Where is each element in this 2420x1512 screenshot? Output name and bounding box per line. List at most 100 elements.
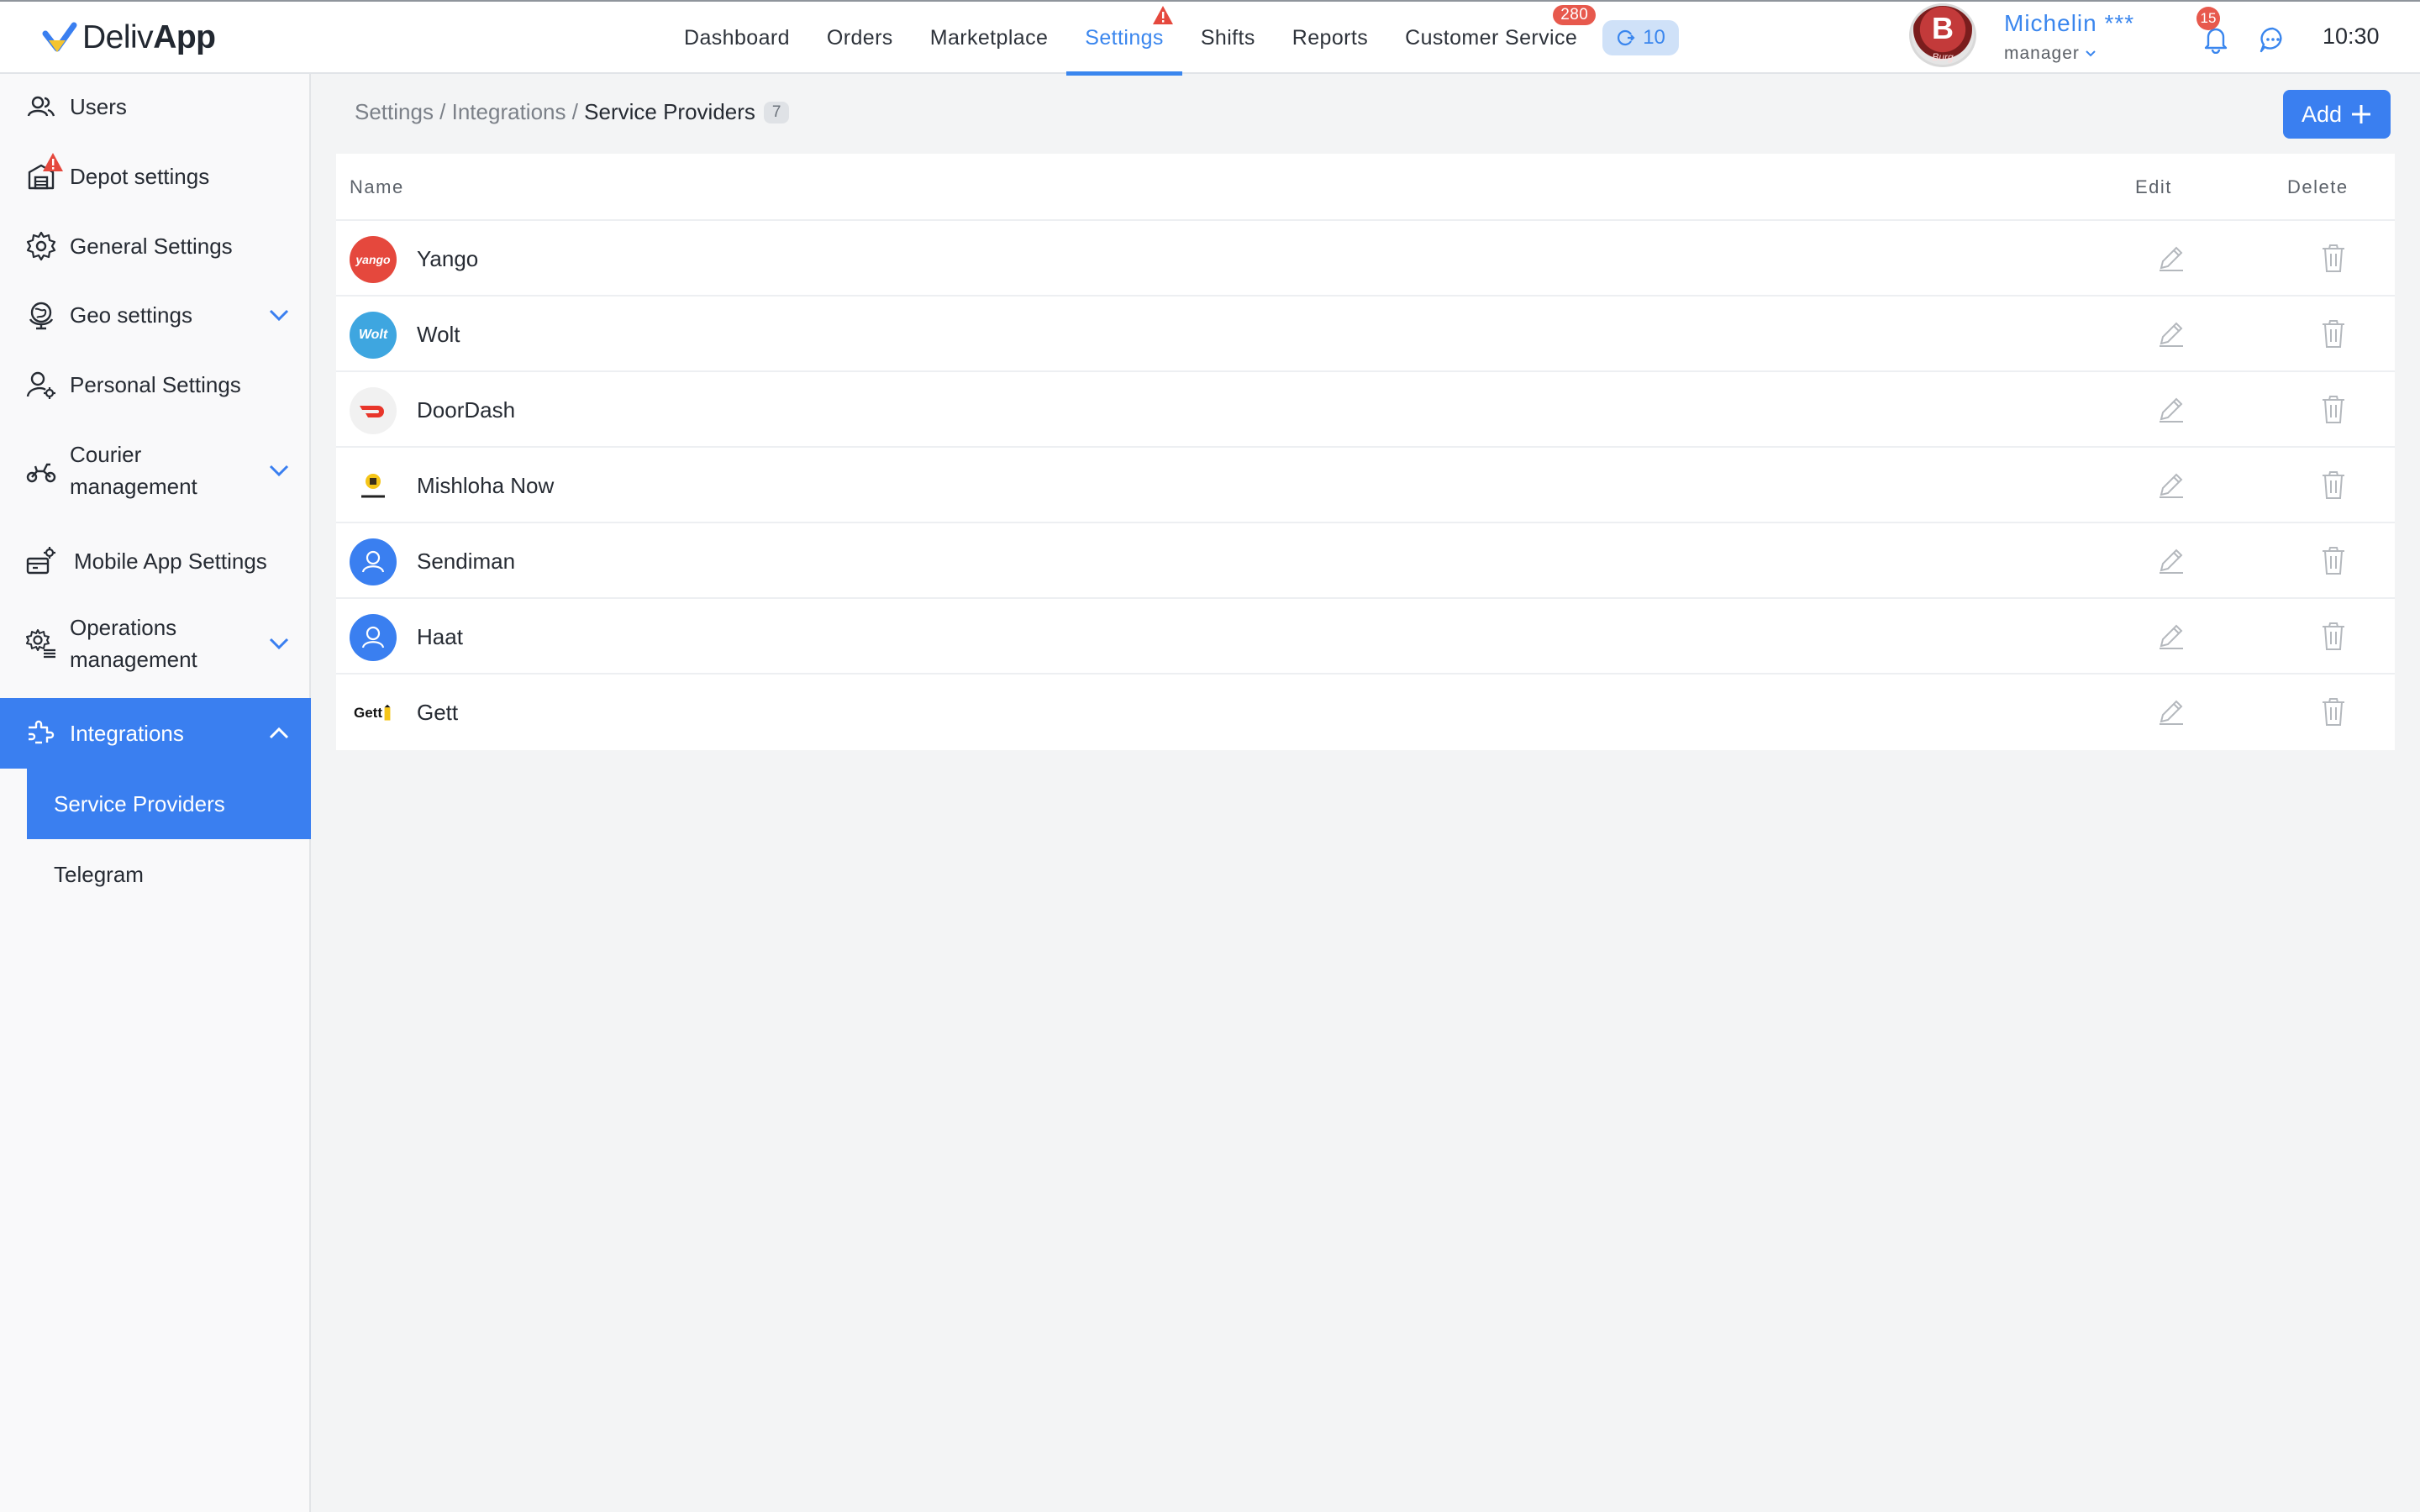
sendiman-logo — [350, 538, 397, 585]
wolt-logo-text: Wolt — [358, 328, 388, 342]
table-row[interactable]: Mishloha Now — [336, 448, 2395, 523]
courier-avatar-icon — [361, 626, 385, 648]
delete-button[interactable] — [2317, 317, 2350, 350]
trash-icon — [2323, 244, 2344, 272]
nav-shifts[interactable]: Shifts — [1182, 2, 1274, 74]
sidebar-item-integrations[interactable]: Integrations — [0, 698, 311, 769]
gear-icon — [25, 230, 57, 262]
logo-mark-icon — [42, 22, 77, 52]
provider-name: Sendiman — [417, 549, 516, 574]
chevron-down-icon — [269, 309, 289, 322]
delete-button[interactable] — [2317, 695, 2350, 728]
pencil-icon — [2160, 473, 2183, 498]
warning-icon — [43, 153, 63, 171]
messages-button[interactable] — [2259, 25, 2287, 54]
sidebar-item-label: Courier — [70, 442, 142, 467]
edit-button[interactable] — [2154, 317, 2188, 350]
user-role-dropdown[interactable]: manager — [2004, 44, 2096, 64]
main-nav: Dashboard Orders Marketplace Settings Sh… — [666, 2, 1679, 76]
table-row[interactable]: Haat — [336, 599, 2395, 675]
chevron-up-icon — [269, 727, 289, 739]
user-gear-icon — [25, 369, 57, 401]
column-header-delete: Delete — [2287, 176, 2349, 197]
haat-logo — [350, 614, 397, 661]
app-logo[interactable]: DelivApp — [40, 17, 216, 59]
table-row[interactable]: Wolt Wolt — [336, 297, 2395, 372]
mishloha-logo — [350, 463, 397, 510]
pencil-icon — [2160, 322, 2183, 347]
user-name[interactable]: Michelin *** — [2004, 10, 2134, 37]
provider-name: DoorDash — [417, 397, 516, 423]
edit-button[interactable] — [2154, 468, 2188, 501]
edit-button[interactable] — [2154, 543, 2188, 577]
table-row[interactable]: yango Yango — [336, 221, 2395, 297]
table-row[interactable]: DoorDash — [336, 372, 2395, 448]
trash-icon — [2323, 547, 2344, 575]
delete-button[interactable] — [2317, 468, 2350, 501]
table-row[interactable]: Gett Gett — [336, 675, 2395, 750]
sidebar-item-personal-settings[interactable]: Personal Settings — [0, 367, 311, 402]
clock: 10:30 — [2323, 24, 2380, 49]
edit-button[interactable] — [2154, 241, 2188, 275]
users-icon — [25, 91, 57, 123]
wolt-logo: Wolt — [350, 312, 397, 359]
globe-icon — [25, 299, 57, 331]
sidebar-item-depot-settings[interactable]: Depot settings — [0, 153, 311, 194]
nav-orders[interactable]: Orders — [808, 2, 912, 74]
sidebar-item-operations-management[interactable]: Operations management — [0, 610, 311, 677]
sidebar-item-label: Depot settings — [70, 164, 210, 189]
sidebar-item-label: Personal Settings — [70, 372, 241, 397]
pencil-icon — [2160, 397, 2183, 423]
nav-settings[interactable]: Settings — [1066, 2, 1182, 76]
column-header-name[interactable]: Name — [350, 154, 404, 221]
sidebar-item-label: Operations — [70, 615, 177, 640]
nav-reports[interactable]: Reports — [1274, 2, 1386, 74]
avatar[interactable]: B Burg — [1909, 3, 1976, 67]
delete-button[interactable] — [2317, 619, 2350, 653]
edit-button[interactable] — [2154, 619, 2188, 653]
breadcrumb-integrations[interactable]: Integrations — [452, 99, 566, 125]
queue-chip[interactable]: 10 — [1602, 20, 1679, 55]
provider-name: Gett — [417, 700, 459, 725]
add-button[interactable]: Add — [2283, 90, 2391, 139]
queue-chip-count: 10 — [1643, 26, 1665, 49]
delete-button[interactable] — [2317, 392, 2350, 426]
trash-icon — [2323, 320, 2344, 348]
delete-button[interactable] — [2317, 543, 2350, 577]
pencil-icon — [2160, 700, 2183, 725]
edit-button[interactable] — [2154, 695, 2188, 728]
gett-logo: Gett — [350, 690, 397, 737]
doordash-logo — [350, 387, 397, 434]
integrations-icon — [25, 717, 57, 749]
sidebar-subitem-telegram[interactable]: Telegram — [27, 839, 311, 910]
trash-icon — [2323, 698, 2344, 726]
nav-marketplace[interactable]: Marketplace — [912, 2, 1067, 74]
edit-button[interactable] — [2154, 392, 2188, 426]
sidebar-item-label: Users — [70, 94, 127, 119]
breadcrumb-separator: / — [433, 99, 452, 124]
sidebar-item-general-settings[interactable]: General Settings — [0, 228, 311, 264]
trash-icon — [2323, 396, 2344, 423]
sidebar-item-label: Integrations — [70, 721, 184, 746]
sidebar-item-users[interactable]: Users — [0, 89, 311, 124]
sidebar-item-label: management — [70, 474, 197, 499]
breadcrumb: Settings / Integrations / Service Provid… — [355, 99, 790, 125]
sidebar-subitem-service-providers[interactable]: Service Providers — [27, 769, 311, 839]
table-row[interactable]: Sendiman — [336, 523, 2395, 599]
nav-dashboard[interactable]: Dashboard — [666, 2, 808, 74]
sidebar-item-courier-management[interactable]: Courier management — [0, 437, 311, 504]
breadcrumb-settings[interactable]: Settings — [355, 99, 434, 125]
avatar-letter: B — [1932, 11, 1954, 45]
scooter-icon — [25, 454, 57, 486]
user-role-label: manager — [2004, 44, 2080, 63]
delete-button[interactable] — [2317, 241, 2350, 275]
sidebar-item-geo-settings[interactable]: Geo settings — [0, 297, 311, 333]
sidebar-item-label: Geo settings — [70, 302, 192, 328]
avatar-sub: Burg — [1932, 51, 1954, 63]
courier-avatar-icon — [361, 550, 385, 573]
sidebar-subitem-label: Service Providers — [54, 790, 225, 816]
sidebar-item-mobile-app-settings[interactable]: Mobile App Settings — [0, 543, 311, 579]
nav-customer-service[interactable]: Customer Service 280 — [1386, 2, 1597, 74]
trash-icon — [2323, 471, 2344, 499]
top-bar: DelivApp Dashboard Orders Marketplace Se… — [0, 0, 2420, 76]
